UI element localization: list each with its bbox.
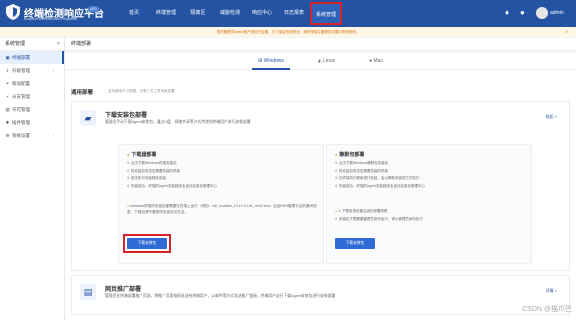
- highlight-box: [123, 234, 171, 253]
- tab-windows[interactable]: ⊞ Windows: [252, 53, 290, 70]
- web-promotion-card: ▤ 网页推广部署 管理员在终端部署推广页面，将推广页面链接发送给终端用户，以邮件…: [71, 275, 570, 315]
- os-tabs: ⊞ Windows ◭ Linux ● Mac: [65, 53, 576, 70]
- sidebar-item-label: 许可管理: [12, 107, 30, 112]
- step-list: 1. 点击下载Windows终端安装包 2. 将安装包传送至需要安装的终端 3.…: [127, 160, 322, 190]
- chevron-right-icon: ›: [52, 68, 55, 73]
- document-icon: ▤: [80, 284, 96, 300]
- warning-icon: ●: [335, 209, 338, 213]
- sidebar-item-deploy[interactable]: ▣ 终端部署: [0, 51, 64, 64]
- branch-icon: ⑂: [6, 94, 9, 99]
- installer-deploy-panel: 下载器部署 1. 点击下载Windows终端安装包 2. 将安装包传送至需要安装…: [118, 144, 324, 264]
- tab-label: Linux: [323, 58, 336, 64]
- nav-home[interactable]: 首页: [118, 0, 150, 27]
- step-item: 4. 安装成功，终端的Agent安装程序会自动注册至管理中心: [127, 183, 218, 188]
- warning-text: windows终端的安装包都需要在终端上运行（例如：edr_installer_…: [127, 204, 317, 214]
- tab-linux[interactable]: ◭ Linux: [312, 53, 341, 70]
- collapse-icon[interactable]: «: [57, 38, 60, 51]
- main-content: 终端部署 ⊞ Windows ◭ Linux ● Mac 通用部署 支持通用于小…: [65, 38, 576, 320]
- note-item: 2. 安装包下载需要管理员身份运行，请以管理员身份执行: [335, 216, 423, 221]
- step-list: 1. 点击下载Windows静默包安装包 2. 将安装包传送至需要安装的终端 3…: [335, 160, 530, 190]
- nav-threat[interactable]: 威胁检测: [214, 0, 246, 27]
- sidebar-item-label: 联动配置: [12, 81, 30, 86]
- shield-logo-icon: [6, 4, 20, 20]
- step-item: 3. 双击执行安装程序安装: [127, 176, 166, 180]
- sidebar-item-upgrade[interactable]: ⇪ 升级管理 ›: [0, 64, 64, 77]
- settings-icon: ⚙: [5, 133, 10, 138]
- sidebar-item-label: 升级管理: [12, 68, 30, 73]
- note-text: 1. 下载前请设置合适的部署参数: [338, 209, 388, 213]
- sidebar-item-settings[interactable]: ⚙ 系统设置 ›: [0, 129, 64, 142]
- download-package-card: ▰ 下载安装包部署 管理员手动下载Agent安装包，通过U盘、网络共享等方式传递…: [71, 101, 570, 271]
- app-subtitle: Endpoint Detection and Response: [24, 17, 78, 21]
- sidebar-item-label: 插件管理: [12, 120, 30, 125]
- sidebar-item-branch[interactable]: ⑂ 分支管理: [0, 90, 64, 103]
- note-item: ●1. 下载前请设置合适的部署参数: [335, 208, 527, 216]
- card-description: 管理员手动下载Agent安装包，通过U盘、网络共享等方式传递到终端用户进行安装部…: [105, 120, 251, 124]
- card-description: 管理员在终端部署推广页面，将推广页面链接发送给终端用户，以邮件等方式发送推广链接…: [105, 294, 336, 298]
- tab-label: Windows: [263, 58, 284, 64]
- sidebar-item-label: 系统设置: [12, 133, 30, 138]
- step-item: 1. 点击下载Windows终端安装包: [127, 161, 177, 165]
- sidebar-item-plugin[interactable]: ✚ 插件管理: [0, 116, 64, 129]
- plugin-icon: ✚: [5, 120, 10, 125]
- avatar[interactable]: [536, 7, 548, 19]
- collapse-toggle[interactable]: 收起 ˄: [546, 114, 557, 120]
- nav-quarantine[interactable]: 隔离区: [182, 0, 214, 27]
- sidebar-item-label: 终端部署: [12, 55, 30, 60]
- notice-text: 您的管理员admin账户密码已过期，为了保证系统安全，请尽快前往管理员设置中修改…: [216, 30, 360, 34]
- top-navigation-bar: 终端检测响应平台 Endpoint Detection and Response…: [0, 0, 576, 27]
- sidebar-item-license[interactable]: ▤ 许可管理: [0, 103, 64, 116]
- step-item: 2. 将安装包传送至需要安装的终端: [335, 168, 388, 173]
- user-name[interactable]: admin: [550, 10, 564, 16]
- sidebar: 系统管理 « ▣ 终端部署 ⇪ 升级管理 › ⚭ 联动配置 ⑂ 分支管理 ▤ 许可管理 ✚…: [0, 38, 65, 320]
- sidebar-item-link[interactable]: ⚭ 联动配置: [0, 77, 64, 90]
- download-silent-package-button[interactable]: 下载安装包: [335, 238, 375, 249]
- notice-banner: 您的管理员admin账户密码已过期，为了保证系统安全，请尽快前往管理员设置中修改…: [0, 27, 576, 37]
- section-description: 支持通用于小规模、无第三方工具场景部署: [108, 89, 175, 93]
- version-badge: v3.0: [88, 6, 99, 12]
- watermark: CSDN @猫爪巴: [522, 306, 572, 313]
- nav-response[interactable]: 响应中心: [246, 0, 278, 27]
- help-icon[interactable]: ●: [520, 8, 525, 17]
- step-item: 3. 在终端执行程序进行安装，会以静默安装的方式执行: [335, 176, 420, 180]
- step-item: 4. 安装成功，终端的Agent安装程序会自动注册至管理中心: [335, 183, 426, 188]
- warning-icon: ●: [127, 204, 130, 208]
- nav-logs[interactable]: 日志报表: [278, 0, 310, 27]
- folder-icon: ▰: [80, 110, 96, 126]
- silent-deploy-panel: 静默包部署 1. 点击下载Windows静默包安装包 2. 将安装包传送至需要安…: [326, 144, 532, 264]
- tab-mac[interactable]: ● Mac: [363, 53, 389, 70]
- sidebar-header: 系统管理 «: [0, 38, 64, 51]
- deploy-panel: ⊞ Windows ◭ Linux ● Mac 通用部署 支持通用于小规模、无第…: [65, 53, 576, 320]
- tab-label: Mac: [373, 58, 383, 64]
- license-icon: ▤: [5, 107, 10, 112]
- close-icon[interactable]: ✕: [565, 27, 568, 37]
- sidebar-item-label: 分支管理: [12, 94, 30, 99]
- panel-title: 下载器部署: [127, 151, 156, 158]
- chevron-right-icon: ›: [52, 133, 55, 138]
- step-item: 2. 将安装包传送至需要安装的终端: [127, 168, 180, 173]
- sidebar-title: 系统管理: [5, 41, 26, 47]
- nav-endpoint[interactable]: 终端管理: [150, 0, 182, 27]
- section-title: 通用部署: [71, 90, 94, 96]
- main-nav: 首页 终端管理 隔离区 威胁检测 响应中心 日志报表 系统管理: [118, 0, 342, 27]
- nav-system[interactable]: 系统管理: [310, 2, 342, 25]
- breadcrumb: 终端部署: [65, 38, 576, 51]
- upgrade-icon: ⇪: [5, 68, 10, 73]
- expand-toggle[interactable]: 详情 ˅: [546, 288, 557, 294]
- card-title: 网页推广部署: [105, 287, 142, 293]
- bell-icon[interactable]: ♦: [505, 8, 509, 17]
- panel-title: 静默包部署: [335, 151, 364, 158]
- step-item: 1. 点击下载Windows静默包安装包: [335, 161, 389, 165]
- card-title: 下载安装包部署: [105, 113, 148, 119]
- link-icon: ⚭: [5, 81, 10, 86]
- warning-note: ●windows终端的安装包都需要在终端上运行（例如：edr_installer…: [127, 203, 319, 215]
- deploy-icon: ▣: [5, 55, 10, 60]
- notes-list: ●1. 下载前请设置合适的部署参数 2. 安装包下载需要管理员身份运行，请以管理…: [335, 208, 527, 223]
